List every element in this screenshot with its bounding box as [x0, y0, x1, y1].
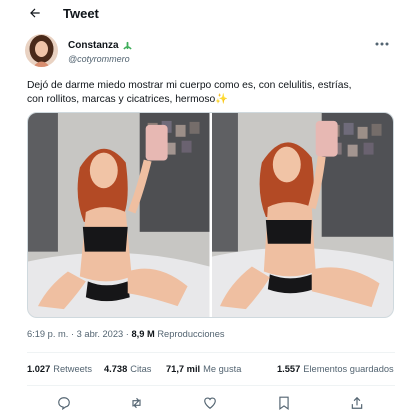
views-label: Reproducciones — [157, 329, 225, 339]
share-button[interactable] — [347, 393, 367, 413]
tweet-time[interactable]: 6:19 p. m. — [27, 329, 68, 339]
tweet-media — [27, 112, 394, 318]
stat-quotes[interactable]: 4.738 Citas — [104, 364, 166, 374]
more-options-button[interactable] — [373, 38, 391, 50]
meta-separator: · — [70, 329, 75, 339]
stat-likes[interactable]: 71,7 mil Me gusta — [166, 364, 277, 374]
stat-label: Retweets — [53, 364, 93, 374]
tweet-date[interactable]: 3 abr. 2023 — [77, 329, 124, 339]
stat-value: 4.738 — [104, 364, 128, 374]
stat-label: Citas — [130, 364, 152, 374]
reply-button[interactable] — [54, 393, 74, 413]
stat-retweets[interactable]: 1.027 Retweets — [27, 364, 104, 374]
avatar[interactable] — [25, 34, 58, 67]
arrow-left-icon — [30, 8, 40, 18]
more-dots-icon — [375, 42, 389, 46]
stat-label: Me gusta — [203, 364, 242, 374]
divider — [27, 352, 395, 353]
selfie-photo-1[interactable] — [28, 113, 210, 317]
tweet-text-line-2: con rollitos, marcas y cicatrices, hermo… — [27, 94, 216, 105]
tweet-meta: 6:19 p. m. · 3 abr. 2023 · 8,9 M Reprodu… — [27, 329, 225, 339]
meta-separator-2: · — [125, 329, 129, 339]
tweet-stats: 1.027 Retweets 4.738 Citas 71,7 mil Me g… — [27, 364, 394, 374]
like-icon — [204, 397, 216, 409]
like-button[interactable] — [200, 393, 220, 413]
stat-bookmarks[interactable]: 1.557 Elementos guardados — [277, 364, 394, 374]
sparkles-emoji: ✨ — [215, 94, 229, 105]
bookmark-button[interactable] — [274, 393, 294, 413]
tweet-text: Dejó de darme miedo mostrar mi cuerpo co… — [27, 79, 383, 107]
avatar-image — [25, 34, 58, 67]
tweet-action-bar — [0, 393, 420, 413]
divider — [27, 385, 395, 386]
top-bar: Tweet — [0, 0, 420, 26]
stat-value: 1.557 — [277, 364, 301, 374]
stat-label: Elementos guardados — [303, 364, 394, 374]
cactus-emoji-icon — [122, 41, 132, 50]
back-button[interactable] — [24, 2, 46, 24]
bookmark-icon — [279, 396, 289, 410]
reply-icon — [58, 397, 70, 410]
page-title: Tweet — [63, 5, 99, 21]
retweet-button[interactable] — [126, 393, 146, 413]
share-icon — [351, 396, 363, 409]
tweet-text-line-1: Dejó de darme miedo mostrar mi cuerpo co… — [27, 80, 352, 91]
views-count: 8,9 M — [131, 329, 155, 339]
stat-value: 1.027 — [27, 364, 51, 374]
retweet-icon — [131, 397, 141, 409]
author-display-name[interactable]: Constanza — [68, 40, 119, 51]
stat-value: 71,7 mil — [166, 364, 201, 374]
selfie-photo-2[interactable] — [211, 113, 393, 317]
author-handle[interactable]: @cotyrommero — [68, 54, 133, 64]
tweet-author: Constanza @cotyrommero — [25, 34, 395, 70]
